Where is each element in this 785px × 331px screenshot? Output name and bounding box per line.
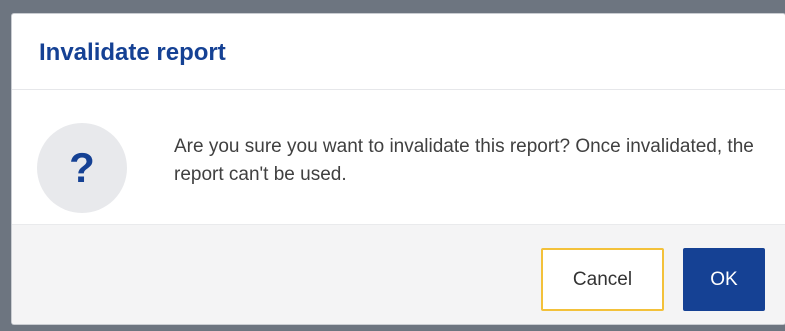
dialog-header: Invalidate report — [12, 14, 785, 90]
dialog-body: ? Are you sure you want to invalidate th… — [12, 90, 785, 224]
dialog-footer: Cancel OK — [12, 224, 785, 324]
invalidate-report-dialog: Invalidate report ? Are you sure you wan… — [12, 14, 785, 324]
question-icon: ? — [37, 123, 127, 213]
question-mark-glyph: ? — [69, 144, 95, 191]
dialog-message: Are you sure you want to invalidate this… — [174, 136, 754, 185]
ok-button[interactable]: OK — [683, 248, 765, 311]
dialog-title: Invalidate report — [39, 39, 226, 66]
cancel-button[interactable]: Cancel — [541, 248, 664, 311]
